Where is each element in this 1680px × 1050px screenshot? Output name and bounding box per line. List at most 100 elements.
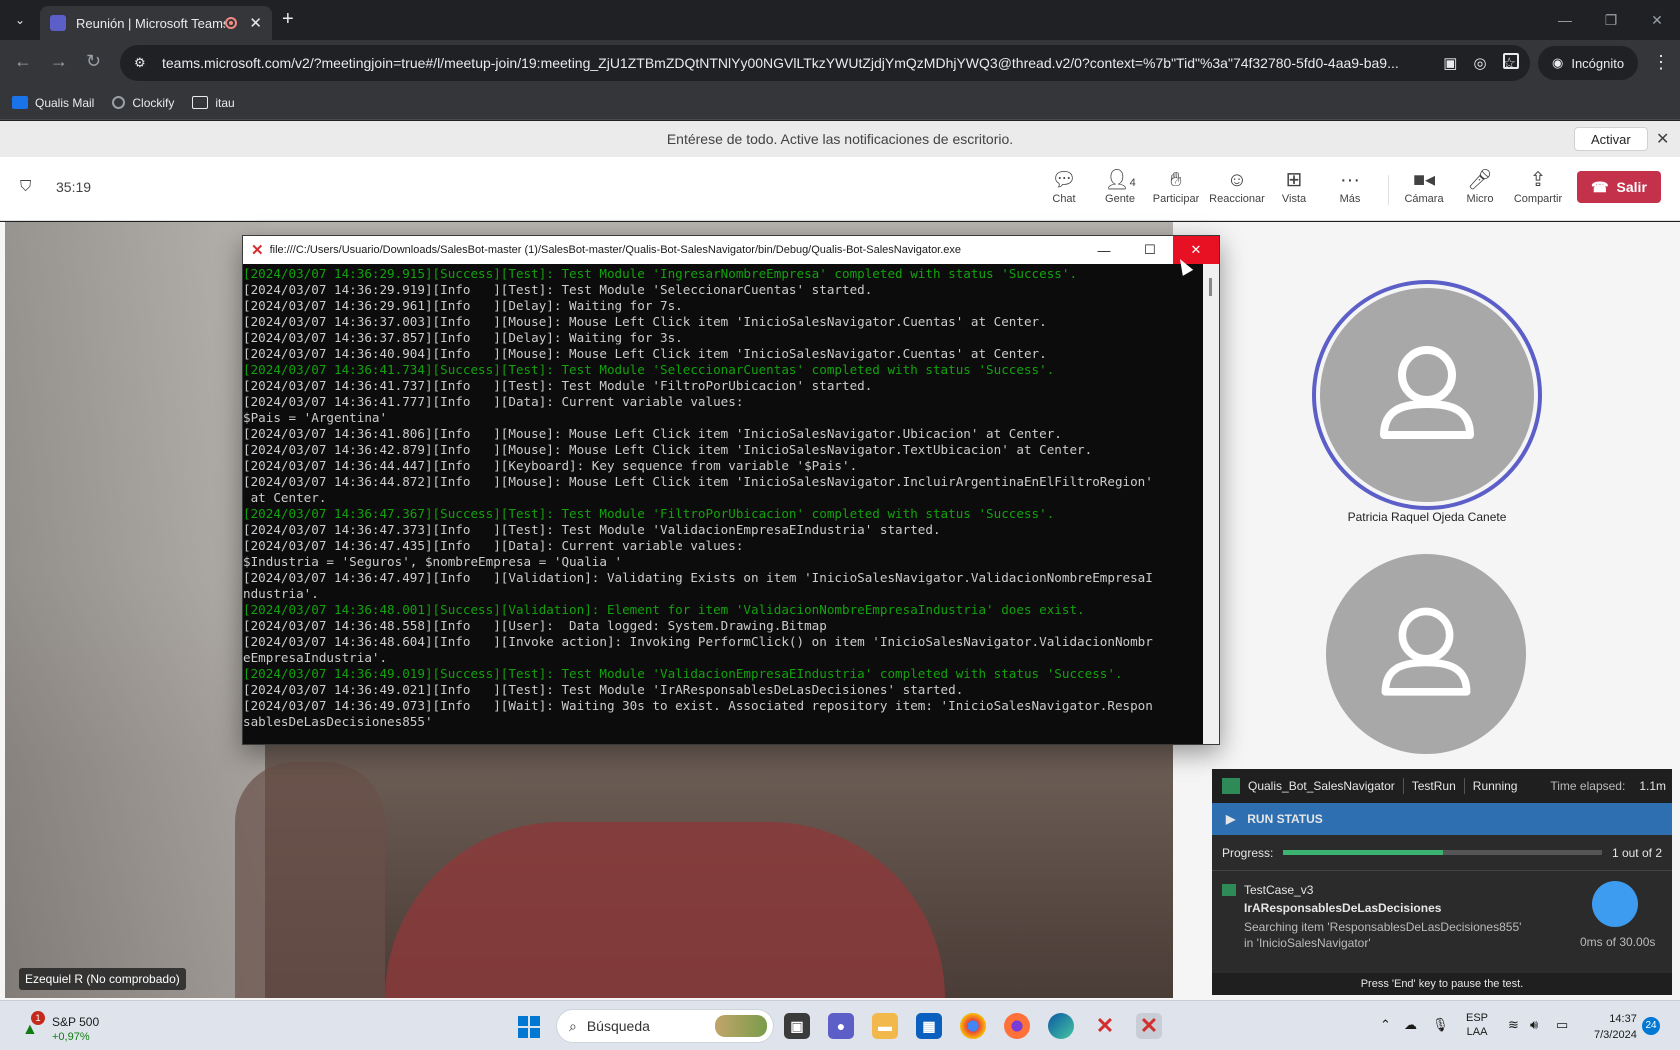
camera-blocked-icon[interactable]: ▣ [1443,54,1457,72]
chrome-icon[interactable] [960,1013,986,1039]
close-tab-icon[interactable]: ✕ [249,14,262,32]
close-window-button[interactable]: ✕ [1634,0,1680,40]
console-line: [2024/03/07 14:36:40.904][Info ][Mouse]:… [243,346,1047,361]
bookmark-clockify[interactable]: Clockify [112,96,174,110]
restore-window-button[interactable]: ❐ [1588,0,1634,40]
volume-icon[interactable]: 🔊︎ [1530,1017,1538,1033]
cloud-icon[interactable]: ☁ [1404,1017,1417,1033]
battery-icon[interactable]: ▭ [1556,1017,1568,1033]
side-panel-icon[interactable] [1503,53,1519,69]
console-line: [2024/03/07 14:36:41.734][Success][Test]… [243,362,1055,377]
tab-search-icon[interactable]: ⌄ [8,8,32,32]
chat-icon: 💬︎ [1051,169,1077,191]
people-button[interactable]: 👤︎4 Gente [1092,167,1148,205]
taskbar: ▲ 1 S&P 500 +0,97% ⌕ Búsqueda ▣ ● ▬ ▦ ✕ … [0,1000,1680,1050]
mic-button[interactable]: 🎤︎ Micro [1452,167,1508,205]
run-state: Running [1472,779,1518,793]
ranorex-header: Qualis_Bot_SalesNavigator TestRun Runnin… [1212,769,1672,803]
incognito-badge[interactable]: ◉ Incógnito [1538,46,1639,80]
leave-button[interactable]: ☎ Salir [1577,171,1661,203]
notification-banner: Entérese de todo. Active las notificacio… [0,121,1680,157]
site-info-icon[interactable]: ⚙ [134,55,150,71]
console-line: [2024/03/07 14:36:47.435][Info ][Data]: … [243,538,744,553]
bookmarks-bar: Qualis Mail Clockify itau [0,86,1680,120]
clock[interactable]: 14:37 7/3/2024 [1594,1011,1637,1043]
meeting-control-bar: ⛉ 35:19 💬︎ Chat 👤︎4 Gente ✋︎ Participar … [0,157,1680,221]
view-button[interactable]: ⊞ Vista [1266,167,1322,205]
share-button[interactable]: ⇪ Compartir [1508,167,1568,205]
share-label: Compartir [1513,193,1563,205]
browser-menu-icon[interactable]: ⋮ [1652,52,1670,73]
chevron-up-icon[interactable]: ⌃ [1380,1017,1391,1033]
divider [1402,778,1404,794]
video-background [5,222,265,998]
console-line: [2024/03/07 14:36:47.367][Success][Test]… [243,506,1055,521]
console-minimize-button[interactable]: — [1081,236,1127,264]
ranorex-active-icon[interactable]: ✕ [1136,1013,1162,1039]
back-icon[interactable]: ← [14,51,32,72]
elapsed-label: Time elapsed: [1550,779,1626,793]
minimize-window-button[interactable]: — [1542,0,1588,40]
browser-toolbar: ← → ↻ ⚙ teams.microsoft.com/v2/?meetingj… [0,40,1680,86]
console-line: _ [243,730,251,744]
address-bar[interactable]: ⚙ teams.microsoft.com/v2/?meetingjoin=tr… [120,45,1530,81]
progress-text: 1 out of 2 [1611,845,1662,860]
notification-count[interactable]: 24 [1642,1017,1660,1035]
search-placeholder: Búsqueda [586,1018,650,1034]
stock-change: +0,97% [52,1031,90,1043]
console-line: [2024/03/07 14:36:44.447][Info ][Keyboar… [243,458,858,473]
progress-bar [1283,850,1602,855]
wifi-icon[interactable]: ≋ [1508,1017,1519,1033]
edge-icon[interactable] [1048,1013,1074,1039]
console-maximize-button[interactable]: ☐ [1127,236,1173,264]
bookmark-qualis-mail[interactable]: Qualis Mail [12,96,94,110]
new-tab-button[interactable]: + [282,8,294,31]
eye-off-icon[interactable]: ◎ [1473,54,1486,72]
console-scrollbar[interactable] [1203,264,1219,744]
divider [1388,175,1389,205]
participant-avatar[interactable] [1320,288,1534,502]
chat-button[interactable]: 💬︎ Chat [1036,167,1092,205]
react-button[interactable]: ☺ Reaccionar [1207,167,1267,205]
console-titlebar[interactable]: ✕ file:///C:/Users/Usuario/Downloads/Sal… [243,236,1219,264]
store-icon[interactable]: ▦ [916,1013,942,1039]
incognito-icon: ◉ [1552,55,1564,70]
console-output: [2024/03/07 14:36:29.915][Success][Test]… [243,264,1205,744]
bookmark-itau[interactable]: itau [192,96,235,110]
microphone-tray-icon[interactable]: 🎙︎ [1432,1017,1449,1033]
console-line: eEmpresaIndustria'. [243,650,388,665]
search-icon: ⌕ [569,1017,577,1034]
participant-avatar-2[interactable] [1326,554,1526,754]
camera-button[interactable]: ■◂ Cámara [1396,167,1452,205]
clockify-icon [112,96,126,109]
ranorex-icon[interactable]: ✕ [1092,1013,1118,1039]
close-banner-icon[interactable]: ✕ [1656,129,1669,149]
activate-notifications-button[interactable]: Activar [1574,127,1648,151]
taskbar-search[interactable]: ⌕ Búsqueda [556,1009,774,1043]
leave-label: Salir [1616,179,1647,195]
console-line: [2024/03/07 14:36:29.961][Info ][Delay]:… [243,298,683,313]
forward-icon[interactable]: → [50,51,68,72]
chat-label: Chat [1052,193,1076,205]
raise-hand-button[interactable]: ✋︎ Participar [1148,167,1204,205]
scroll-thumb[interactable] [1209,278,1212,296]
stock-widget[interactable]: ▲ 1 S&P 500 +0,97% [22,1011,112,1043]
language-indicator[interactable]: ESP LAA [1466,1011,1488,1039]
more-button[interactable]: ··· Más [1322,167,1378,205]
incognito-label: Incógnito [1571,55,1625,71]
console-line: [2024/03/07 14:36:49.073][Info ][Wait]: … [243,698,1153,713]
people-icon: 👤︎4 [1104,169,1136,191]
progress-fill [1283,850,1443,855]
self-name-label: Ezequiel R (No comprobado) [19,968,186,990]
teams-favicon-icon [50,15,66,31]
file-explorer-icon[interactable]: ▬ [872,1013,898,1039]
start-button[interactable] [518,1016,540,1038]
run-status-bar[interactable]: ▶ RUN STATUS [1212,803,1672,835]
microphone-icon: 🎤︎ [1467,169,1493,191]
teams-chat-icon[interactable]: ● [828,1013,854,1039]
reload-icon[interactable]: ↻ [86,51,101,72]
firefox-icon[interactable] [1004,1013,1030,1039]
task-view-icon[interactable]: ▣ [784,1013,810,1039]
folder-icon [192,96,209,109]
tab-teams-meeting[interactable]: Reunión | Microsoft Teams ✕ [40,6,272,40]
